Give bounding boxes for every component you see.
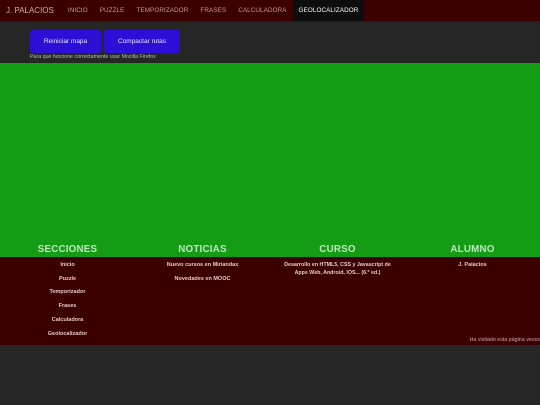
reset-map-button[interactable]: Reiniciar mapa: [30, 30, 101, 53]
top-navbar: J. PALACIOS INICIO PUZZLE TEMPORIZADOR F…: [0, 0, 540, 22]
footer-link-calculadora[interactable]: Calculadora: [0, 314, 135, 327]
footer-headings: SECCIONES NOTICIAS CURSO ALUMNO: [0, 242, 540, 257]
nav-item-calculadora[interactable]: CALCULADORA: [232, 0, 292, 21]
footer-course-text[interactable]: Desarrollo en HTML5, CSS y Javascript de…: [270, 257, 405, 277]
browser-hint: Para que funcione correctamente usar Moz…: [30, 54, 156, 60]
footer-link-frases[interactable]: Frases: [0, 300, 135, 313]
footer-sections-column: Inicio Puzzle Temporizador Frases Calcul…: [0, 257, 135, 345]
page-bottom: [0, 345, 540, 405]
nav-item-puzzle[interactable]: PUZZLE: [94, 0, 131, 21]
map-canvas[interactable]: [0, 63, 540, 242]
visit-counter: Ha visitado esta página veces: [469, 337, 540, 343]
footer: Inicio Puzzle Temporizador Frases Calcul…: [0, 257, 540, 345]
footer-student-column: J. Palacios: [405, 257, 540, 345]
map-toolbar: Reiniciar mapa Compactar rutas Para que …: [0, 22, 540, 63]
footer-heading-secciones: SECCIONES: [37, 244, 98, 255]
footer-student-name: J. Palacios: [458, 262, 487, 268]
footer-heading-noticias: NOTICIAS: [178, 244, 227, 255]
nav-item-geolocalizador[interactable]: GEOLOCALIZADOR: [292, 0, 365, 21]
footer-heading-alumno: ALUMNO: [450, 244, 495, 255]
footer-link-puzzle[interactable]: Puzzle: [0, 273, 135, 286]
footer-news-mooc[interactable]: Novedades en MOOC: [135, 273, 270, 286]
footer-link-inicio[interactable]: Inicio: [0, 259, 135, 272]
footer-link-temporizador[interactable]: Temporizador: [0, 286, 135, 299]
footer-news-column: Nuevo cursos en Miriandax Novedades en M…: [135, 257, 270, 345]
footer-course-column: Desarrollo en HTML5, CSS y Javascript de…: [270, 257, 405, 345]
nav-item-inicio[interactable]: INICIO: [62, 0, 94, 21]
footer-news-miriadax[interactable]: Nuevo cursos en Miriandax: [135, 259, 270, 272]
nav-item-temporizador[interactable]: TEMPORIZADOR: [130, 0, 194, 21]
compact-routes-button[interactable]: Compactar rutas: [104, 30, 180, 53]
footer-link-geolocalizador[interactable]: Geolocalizador: [0, 328, 135, 341]
footer-heading-curso: CURSO: [319, 244, 356, 255]
brand-link[interactable]: J. PALACIOS: [0, 0, 60, 21]
nav-item-frases[interactable]: FRASES: [194, 0, 232, 21]
